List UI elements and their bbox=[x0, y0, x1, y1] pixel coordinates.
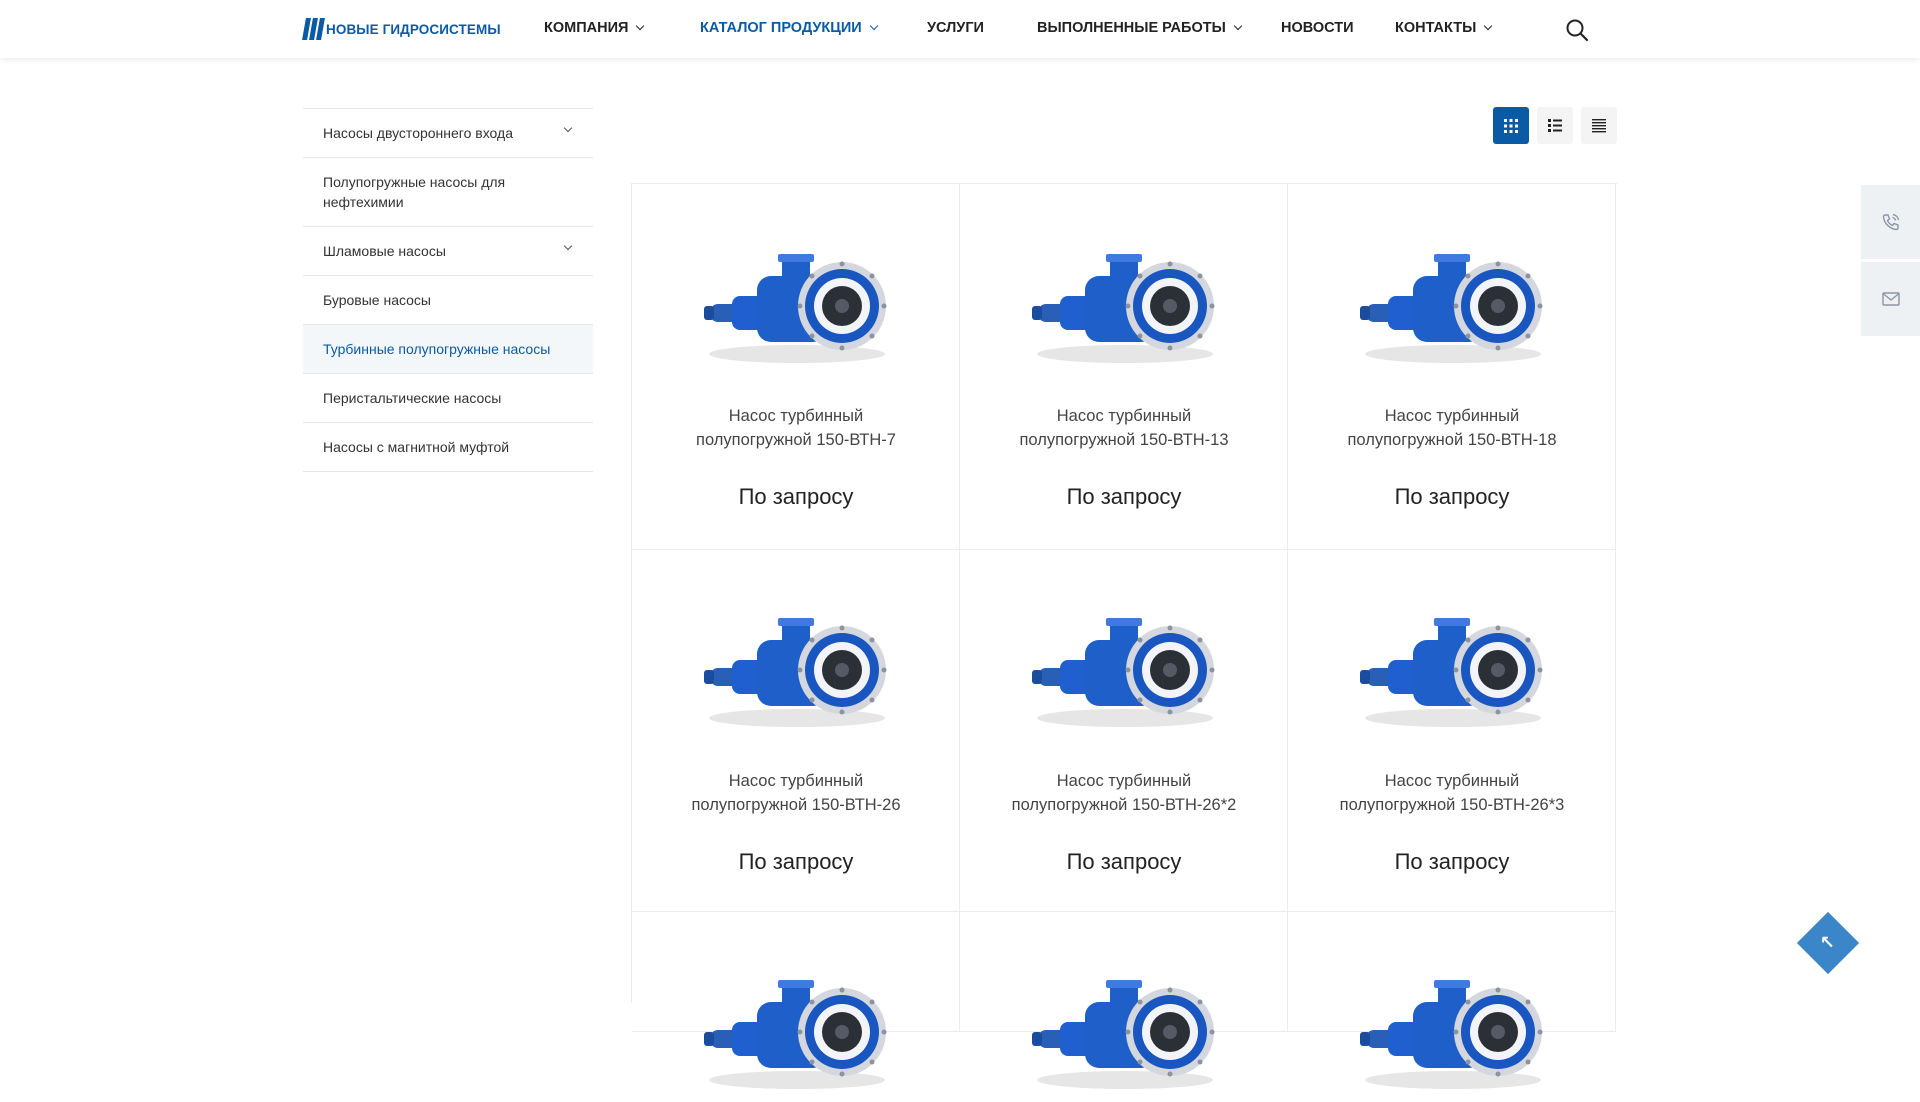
product-card[interactable] bbox=[632, 912, 960, 1089]
grid-view-icon[interactable] bbox=[1493, 107, 1529, 144]
pump-image[interactable] bbox=[1358, 600, 1548, 740]
chevron-down-icon bbox=[636, 21, 645, 31]
mail-icon[interactable] bbox=[1861, 262, 1920, 336]
nav-label: КОМПАНИЯ bbox=[544, 20, 629, 36]
table-view-icon[interactable] bbox=[1581, 107, 1617, 144]
product-price: По запросу bbox=[738, 484, 854, 509]
product-name[interactable]: Насос турбинный полупогружной 150-ВТН-26 bbox=[642, 769, 950, 817]
sidebar-item-slurry-pumps[interactable]: Шламовые насосы bbox=[303, 227, 593, 276]
nav-item-completed-works[interactable]: ВЫПОЛНЕННЫЕ РАБОТЫ bbox=[1037, 20, 1243, 36]
pump-image[interactable] bbox=[702, 962, 892, 1102]
sidebar-item-label: Насосы двустороннего входа bbox=[323, 125, 513, 141]
nav-label: НОВОСТИ bbox=[1281, 20, 1354, 36]
nav-item-catalog[interactable]: КАТАЛОГ ПРОДУКЦИИ bbox=[700, 20, 878, 36]
nav-label: КОНТАКТЫ bbox=[1395, 20, 1477, 36]
sidebar-item-turbine-pumps[interactable]: Турбинные полупогружные насосы bbox=[303, 325, 593, 374]
product-price: По запросу bbox=[1394, 849, 1510, 874]
pump-image[interactable] bbox=[702, 600, 892, 740]
product-name[interactable]: Насос турбинный полупогружной 150-ВТН-13 bbox=[970, 404, 1278, 452]
search-icon[interactable] bbox=[1565, 18, 1589, 42]
nav-item-services[interactable]: УСЛУГИ bbox=[927, 20, 984, 36]
nav-item-news[interactable]: НОВОСТИ bbox=[1281, 20, 1354, 36]
chevron-down-icon[interactable] bbox=[563, 241, 573, 251]
sidebar-item-drilling-pumps[interactable]: Буровые насосы bbox=[303, 276, 593, 325]
product-price: По запросу bbox=[738, 849, 854, 874]
sidebar-item-petrochem-pumps[interactable]: Полупогружные насосы для нефтехимии bbox=[303, 158, 593, 227]
pump-image[interactable] bbox=[1358, 236, 1548, 376]
product-card[interactable]: Насос турбинный полупогружной 150-ВТН-26*… bbox=[960, 550, 1288, 912]
arrow-up-left-icon: ↖ bbox=[1820, 932, 1836, 953]
catalog-sidebar: Насосы двустороннего входа Полупогружные… bbox=[303, 108, 593, 472]
product-card[interactable]: Насос турбинный полупогружной 150-ВТН-26 … bbox=[632, 550, 960, 912]
view-toggle bbox=[1493, 107, 1617, 144]
product-name[interactable]: Насос турбинный полупогружной 150-ВТН-7 bbox=[642, 404, 950, 452]
floating-actions bbox=[1861, 185, 1920, 339]
product-price: По запросу bbox=[1066, 484, 1182, 509]
nav-label: ВЫПОЛНЕННЫЕ РАБОТЫ bbox=[1037, 20, 1226, 36]
sidebar-item-label: Полупогружные насосы для нефтехимии bbox=[323, 174, 506, 210]
product-card[interactable] bbox=[960, 912, 1288, 1089]
product-card[interactable]: Насос турбинный полупогружной 150-ВТН-7 П… bbox=[632, 184, 960, 550]
product-price: По запросу bbox=[1066, 849, 1182, 874]
chevron-down-icon bbox=[1484, 21, 1493, 31]
logo-text: НОВЫЕ ГИДРОСИСТЕМЫ bbox=[326, 21, 501, 37]
list-view-icon[interactable] bbox=[1537, 107, 1573, 144]
logo[interactable]: НОВЫЕ ГИДРОСИСТЕМЫ bbox=[302, 18, 501, 40]
product-price: По запросу bbox=[1394, 484, 1510, 509]
nav-label: УСЛУГИ bbox=[927, 20, 984, 36]
pump-image[interactable] bbox=[1030, 962, 1220, 1102]
product-grid: Насос турбинный полупогружной 150-ВТН-7 П… bbox=[631, 183, 1617, 1089]
sidebar-item-label: Насосы с магнитной муфтой bbox=[323, 439, 510, 455]
chevron-down-icon bbox=[869, 21, 878, 31]
logo-mark-icon bbox=[302, 18, 325, 40]
product-card[interactable]: Насос турбинный полупогружной 150-ВТН-26*… bbox=[1288, 550, 1616, 912]
sidebar-item-label: Перистальтические насосы bbox=[323, 390, 502, 406]
sidebar-item-magnetic-pumps[interactable]: Насосы с магнитной муфтой bbox=[303, 423, 593, 472]
pump-image[interactable] bbox=[1030, 236, 1220, 376]
nav-item-contacts[interactable]: КОНТАКТЫ bbox=[1395, 20, 1493, 36]
phone-callback-icon[interactable] bbox=[1861, 185, 1920, 259]
chevron-down-icon bbox=[1233, 21, 1243, 31]
site-header: НОВЫЕ ГИДРОСИСТЕМЫ КОМПАНИЯ КАТАЛОГ ПРОД… bbox=[0, 0, 1920, 58]
product-card[interactable] bbox=[1288, 912, 1616, 1089]
pump-image[interactable] bbox=[1030, 600, 1220, 740]
pump-image[interactable] bbox=[1358, 962, 1548, 1102]
product-card[interactable]: Насос турбинный полупогружной 150-ВТН-13 … bbox=[960, 184, 1288, 550]
product-name[interactable]: Насос турбинный полупогружной 150-ВТН-26*… bbox=[1298, 769, 1606, 817]
sidebar-item-label: Турбинные полупогружные насосы bbox=[323, 341, 551, 357]
pump-image[interactable] bbox=[702, 236, 892, 376]
nav-item-company[interactable]: КОМПАНИЯ bbox=[544, 20, 645, 36]
chevron-down-icon[interactable] bbox=[563, 123, 573, 133]
nav-label: КАТАЛОГ ПРОДУКЦИИ bbox=[700, 20, 862, 36]
sidebar-item-label: Буровые насосы bbox=[323, 292, 431, 308]
product-name[interactable]: Насос турбинный полупогружной 150-ВТН-18 bbox=[1298, 404, 1606, 452]
sidebar-item-double-suction-pumps[interactable]: Насосы двустороннего входа bbox=[303, 109, 593, 158]
sidebar-item-label: Шламовые насосы bbox=[323, 243, 446, 259]
product-name[interactable]: Насос турбинный полупогружной 150-ВТН-26*… bbox=[970, 769, 1278, 817]
sidebar-item-peristaltic-pumps[interactable]: Перистальтические насосы bbox=[303, 374, 593, 423]
scroll-to-top-button[interactable]: ↖ bbox=[1796, 911, 1860, 975]
product-card[interactable]: Насос турбинный полупогружной 150-ВТН-18 … bbox=[1288, 184, 1616, 550]
